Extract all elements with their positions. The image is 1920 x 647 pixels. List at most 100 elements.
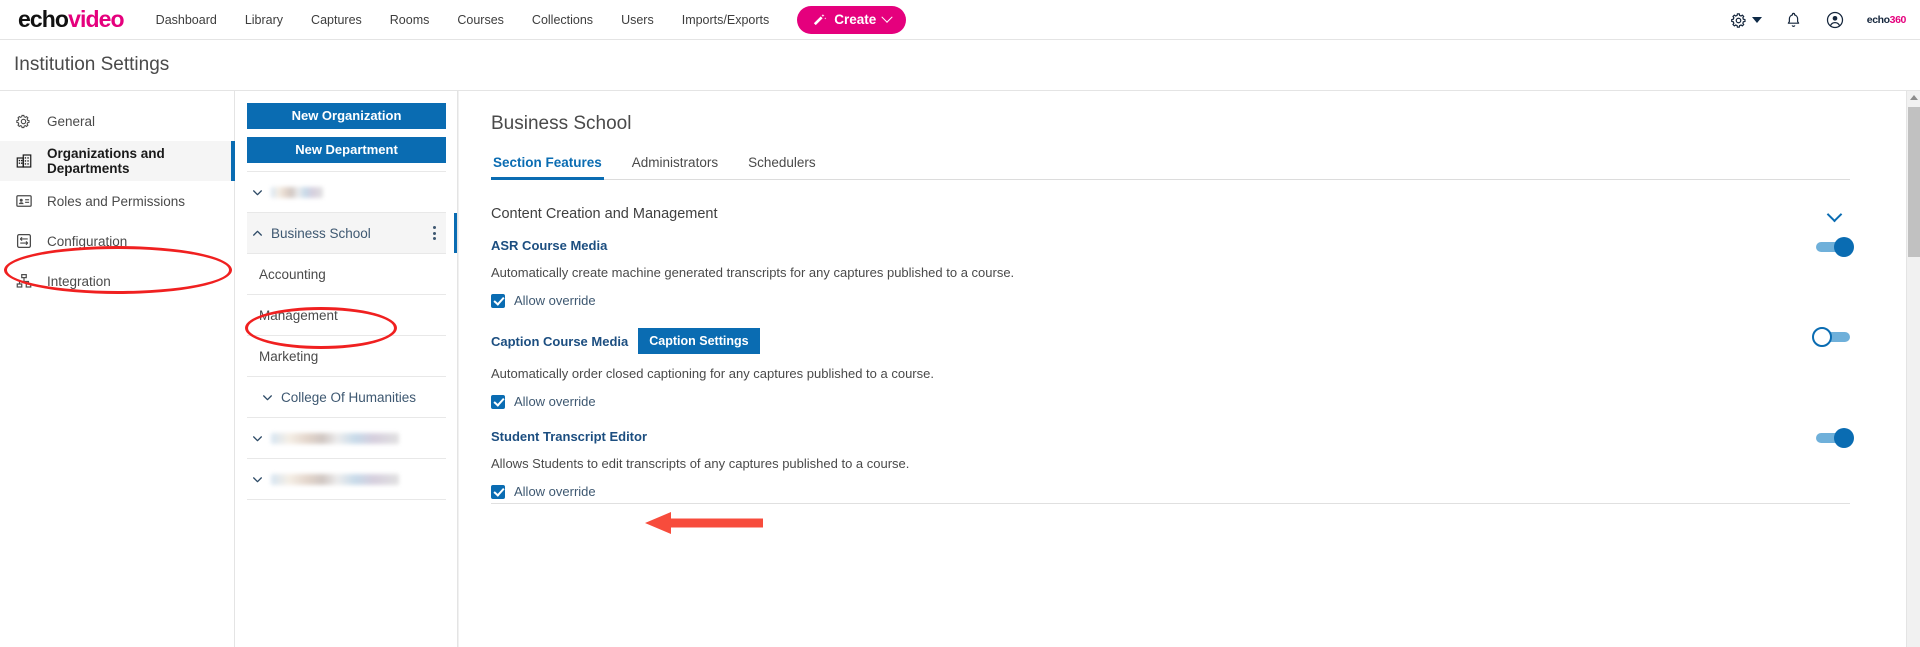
- setting-description: Allows Students to edit transcripts of a…: [491, 456, 1816, 471]
- new-department-button[interactable]: New Department: [247, 137, 446, 163]
- allow-override-label: Allow override: [514, 394, 596, 409]
- tree-row-accounting[interactable]: Accounting: [247, 253, 446, 294]
- sidebar-item-label: Configuration: [47, 234, 127, 249]
- main-content: Business School Section Features Adminis…: [459, 91, 1920, 647]
- tree-row-label: Marketing: [259, 349, 318, 364]
- tree-row[interactable]: [247, 458, 446, 499]
- tree-row-kebab-menu[interactable]: [429, 222, 440, 244]
- tree-row[interactable]: [247, 499, 446, 540]
- echo360-logo[interactable]: echo360: [1867, 14, 1906, 26]
- echovideo-logo[interactable]: echovideo: [18, 6, 124, 33]
- chevron-down-icon[interactable]: [257, 391, 277, 404]
- mini-logo-text-echo: echo: [1867, 14, 1890, 26]
- nav-link-dashboard[interactable]: Dashboard: [156, 13, 217, 27]
- tree-row-label: Accounting: [259, 267, 326, 282]
- nav-link-library[interactable]: Library: [245, 13, 283, 27]
- main-layout: General Organizatio: [0, 90, 1920, 647]
- allow-override-checkbox-asr[interactable]: Allow override: [491, 293, 1816, 308]
- toggle-knob: [1834, 428, 1854, 448]
- chevron-up-icon[interactable]: [247, 227, 267, 240]
- toggle-caption-course-media[interactable]: [1816, 332, 1850, 342]
- new-organization-button[interactable]: New Organization: [247, 103, 446, 129]
- nav-link-courses[interactable]: Courses: [457, 13, 504, 27]
- toggle-knob: [1834, 237, 1854, 257]
- logo-text-echo: echo: [18, 6, 68, 33]
- tree-row-marketing[interactable]: Marketing: [247, 335, 446, 376]
- setting-title-student-transcript-editor[interactable]: Student Transcript Editor: [491, 429, 647, 444]
- nav-link-collections[interactable]: Collections: [532, 13, 593, 27]
- tree-row-label: Business School: [271, 226, 371, 241]
- magic-wand-icon: [812, 12, 827, 27]
- nav-links: Dashboard Library Captures Rooms Courses…: [156, 13, 770, 27]
- sidebar-item-organizations-and-departments[interactable]: Organizations and Departments: [0, 141, 234, 181]
- chevron-down-icon[interactable]: [247, 186, 267, 199]
- checkbox-icon[interactable]: [491, 485, 505, 499]
- nav-link-rooms[interactable]: Rooms: [390, 13, 430, 27]
- chevron-down-icon[interactable]: [1827, 206, 1843, 222]
- create-button[interactable]: Create: [797, 6, 906, 34]
- sidebar-item-configuration[interactable]: Configuration: [0, 221, 234, 261]
- toggle-student-transcript-editor[interactable]: [1816, 433, 1850, 443]
- organization-tree-panel: New Organization New Department Business…: [235, 91, 459, 647]
- caption-settings-button[interactable]: Caption Settings: [638, 328, 759, 354]
- chevron-down-icon: [1752, 17, 1762, 23]
- checkbox-icon[interactable]: [491, 294, 505, 308]
- setting-description: Automatically create machine generated t…: [491, 265, 1816, 280]
- tree-row-business-school[interactable]: Business School: [247, 212, 446, 253]
- section-title: Content Creation and Management: [491, 206, 718, 222]
- notifications-button[interactable]: [1784, 11, 1803, 30]
- tree-row-management[interactable]: Management: [247, 294, 446, 335]
- allow-override-label: Allow override: [514, 293, 596, 308]
- setting-title-row: Student Transcript Editor: [491, 429, 1816, 444]
- sidebar-item-label: Integration: [47, 274, 111, 289]
- setting-title-row: Caption Course Media Caption Settings: [491, 328, 1816, 354]
- sidebar-item-integration[interactable]: Integration: [0, 261, 234, 301]
- tree-row-college-of-humanities[interactable]: College Of Humanities: [247, 376, 446, 417]
- organization-tree: Business School Accounting Management Ma…: [247, 171, 446, 540]
- toggle-knob: [1812, 327, 1832, 347]
- tree-row-label-redacted: [271, 433, 399, 444]
- sitemap-icon: [14, 272, 33, 291]
- chevron-down-icon[interactable]: [247, 473, 267, 486]
- page-scrollbar-thumb[interactable]: [1908, 107, 1920, 257]
- tab-administrators[interactable]: Administrators: [630, 151, 720, 179]
- tree-row[interactable]: [247, 171, 446, 212]
- setting-caption-course-media: Caption Course Media Caption Settings Au…: [491, 312, 1850, 413]
- chevron-down-icon[interactable]: [247, 432, 267, 445]
- top-navigation-bar: echovideo Dashboard Library Captures Roo…: [0, 0, 1920, 40]
- chevron-down-icon: [882, 11, 893, 22]
- content-tabs: Section Features Administrators Schedule…: [491, 151, 1850, 180]
- nav-link-users[interactable]: Users: [621, 13, 654, 27]
- tree-row[interactable]: [247, 417, 446, 458]
- sidebar-item-label: General: [47, 114, 95, 129]
- mini-logo-text-360: 360: [1890, 14, 1906, 26]
- allow-override-checkbox-transcript[interactable]: Allow override: [491, 484, 1816, 499]
- setting-body: Student Transcript Editor Allows Student…: [491, 429, 1816, 499]
- settings-sidebar: General Organizatio: [0, 91, 235, 647]
- checkbox-icon[interactable]: [491, 395, 505, 409]
- content-title: Business School: [491, 113, 1850, 135]
- nav-link-captures[interactable]: Captures: [311, 13, 362, 27]
- setting-title-caption-course-media[interactable]: Caption Course Media: [491, 334, 628, 349]
- scroll-up-arrow-icon[interactable]: [1910, 95, 1918, 100]
- toggle-asr-course-media[interactable]: [1816, 242, 1850, 252]
- allow-override-label: Allow override: [514, 484, 596, 499]
- sliders-icon: [14, 232, 33, 251]
- bell-icon: [1784, 11, 1803, 30]
- sidebar-item-roles-and-permissions[interactable]: Roles and Permissions: [0, 181, 234, 221]
- tree-row-label: College Of Humanities: [281, 390, 416, 405]
- setting-title-asr-course-media[interactable]: ASR Course Media: [491, 238, 607, 253]
- gear-icon: [14, 112, 33, 131]
- id-card-icon: [14, 192, 33, 211]
- account-button[interactable]: [1825, 10, 1845, 30]
- settings-menu-button[interactable]: [1729, 11, 1762, 30]
- setting-title-row: ASR Course Media: [491, 238, 1816, 253]
- tab-schedulers[interactable]: Schedulers: [746, 151, 818, 179]
- nav-link-imports-exports[interactable]: Imports/Exports: [682, 13, 770, 27]
- tab-section-features[interactable]: Section Features: [491, 151, 604, 179]
- tree-row-label: Management: [259, 308, 338, 323]
- sidebar-item-label: Roles and Permissions: [47, 194, 185, 209]
- allow-override-checkbox-caption[interactable]: Allow override: [491, 394, 1816, 409]
- page-scrollbar[interactable]: [1906, 91, 1920, 647]
- sidebar-item-general[interactable]: General: [0, 101, 234, 141]
